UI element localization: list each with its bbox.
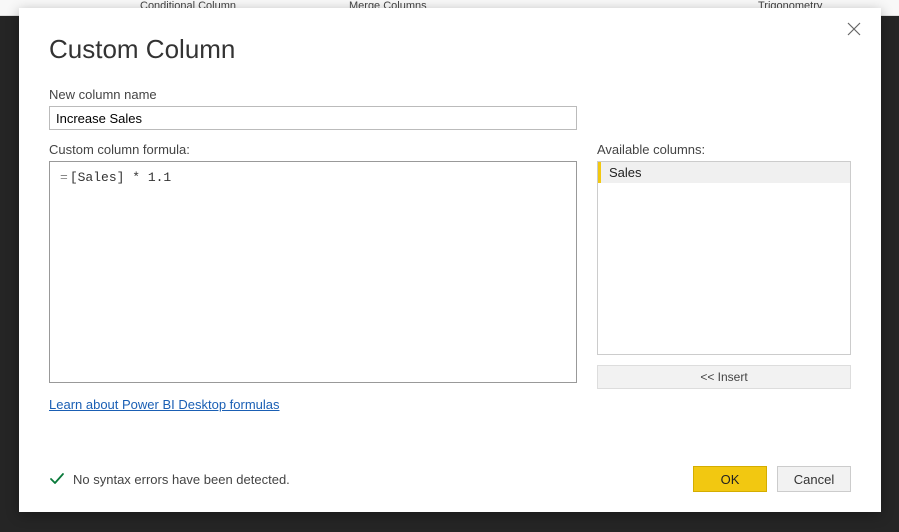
custom-column-dialog: Custom Column New column name Custom col…: [19, 8, 881, 512]
status-row: No syntax errors have been detected. OK …: [49, 466, 851, 492]
formula-text: [Sales] * 1.1: [70, 170, 171, 185]
available-columns-label: Available columns:: [597, 142, 851, 157]
formula-equals: =: [60, 170, 68, 185]
available-columns-list[interactable]: Sales: [597, 161, 851, 355]
new-column-name-label: New column name: [49, 87, 851, 102]
new-column-name-input[interactable]: [49, 106, 577, 130]
cancel-button[interactable]: Cancel: [777, 466, 851, 492]
dialog-title: Custom Column: [49, 34, 851, 65]
check-icon: [49, 471, 65, 487]
insert-button[interactable]: << Insert: [597, 365, 851, 389]
formula-label: Custom column formula:: [49, 142, 577, 157]
learn-link[interactable]: Learn about Power BI Desktop formulas: [49, 397, 280, 412]
list-item[interactable]: Sales: [598, 162, 850, 183]
formula-editor[interactable]: =[Sales] * 1.1: [49, 161, 577, 383]
status-text: No syntax errors have been detected.: [73, 472, 683, 487]
ok-button[interactable]: OK: [693, 466, 767, 492]
